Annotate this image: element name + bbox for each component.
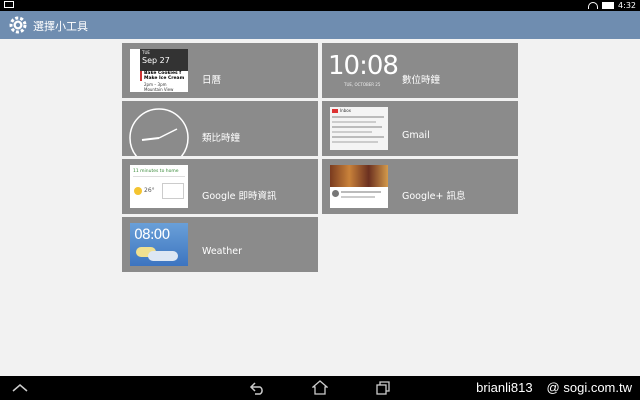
google-now-preview: 11 minutes to home 26° bbox=[130, 165, 188, 208]
widget-gmail-label: Gmail bbox=[402, 130, 430, 141]
widget-google-now-label: Google 即時資訊 bbox=[202, 191, 277, 202]
wifi-icon bbox=[588, 2, 599, 9]
widget-calendar[interactable]: TUE Sep 27 Bake Cookies f Make Ice Cream… bbox=[122, 43, 318, 98]
sun-icon bbox=[134, 187, 142, 195]
recent-apps-icon[interactable] bbox=[376, 381, 390, 395]
widget-google-plus-label: Google+ 訊息 bbox=[402, 191, 466, 202]
watermark-user: brianli813 bbox=[476, 380, 533, 395]
battery-icon bbox=[602, 2, 615, 9]
widget-weather-label: Weather bbox=[202, 246, 242, 257]
home-icon[interactable] bbox=[312, 380, 328, 396]
gmail-icon bbox=[332, 109, 338, 113]
widget-gmail[interactable]: Inbox Gmail bbox=[322, 101, 518, 156]
weather-preview: 08:00 bbox=[130, 223, 188, 266]
watermark: brianli813 @ sogi.com.tw bbox=[476, 380, 632, 395]
action-bar: 選擇小工具 bbox=[0, 11, 640, 39]
page-title: 選擇小工具 bbox=[33, 20, 88, 33]
digital-clock-date: TUE, OCTOBER 25 bbox=[344, 82, 381, 87]
widget-digital-clock[interactable]: 10:08 TUE, OCTOBER 25 數位時鐘 bbox=[322, 43, 518, 98]
widget-weather[interactable]: 08:00 Weather bbox=[122, 217, 318, 272]
widget-analog-clock[interactable]: 類比時鐘 bbox=[122, 101, 318, 156]
status-time: 4:32 bbox=[618, 1, 636, 10]
widget-google-now[interactable]: 11 minutes to home 26° Google 即時資訊 bbox=[122, 159, 318, 214]
google-plus-preview bbox=[330, 165, 388, 208]
image-notification-icon bbox=[4, 1, 14, 8]
widget-digital-clock-label: 數位時鐘 bbox=[402, 75, 441, 86]
widget-analog-clock-label: 類比時鐘 bbox=[202, 133, 241, 144]
avatar bbox=[332, 190, 339, 197]
watermark-site: @ sogi.com.tw bbox=[546, 380, 632, 395]
cloud-icon bbox=[148, 251, 178, 261]
settings-gear-icon[interactable] bbox=[8, 15, 28, 35]
widget-google-plus[interactable]: Google+ 訊息 bbox=[322, 159, 518, 214]
status-bar: 4:32 bbox=[0, 0, 640, 11]
collapse-icon[interactable] bbox=[12, 384, 28, 392]
digital-clock-preview: 10:08 bbox=[328, 51, 399, 81]
widget-calendar-label: 日曆 bbox=[202, 75, 222, 86]
gmail-preview: Inbox bbox=[330, 107, 388, 150]
navigation-bar: brianli813 @ sogi.com.tw bbox=[0, 376, 640, 400]
back-icon[interactable] bbox=[249, 381, 265, 395]
analog-clock-icon bbox=[129, 108, 189, 156]
calendar-preview: TUE Sep 27 Bake Cookies f Make Ice Cream… bbox=[130, 49, 188, 92]
